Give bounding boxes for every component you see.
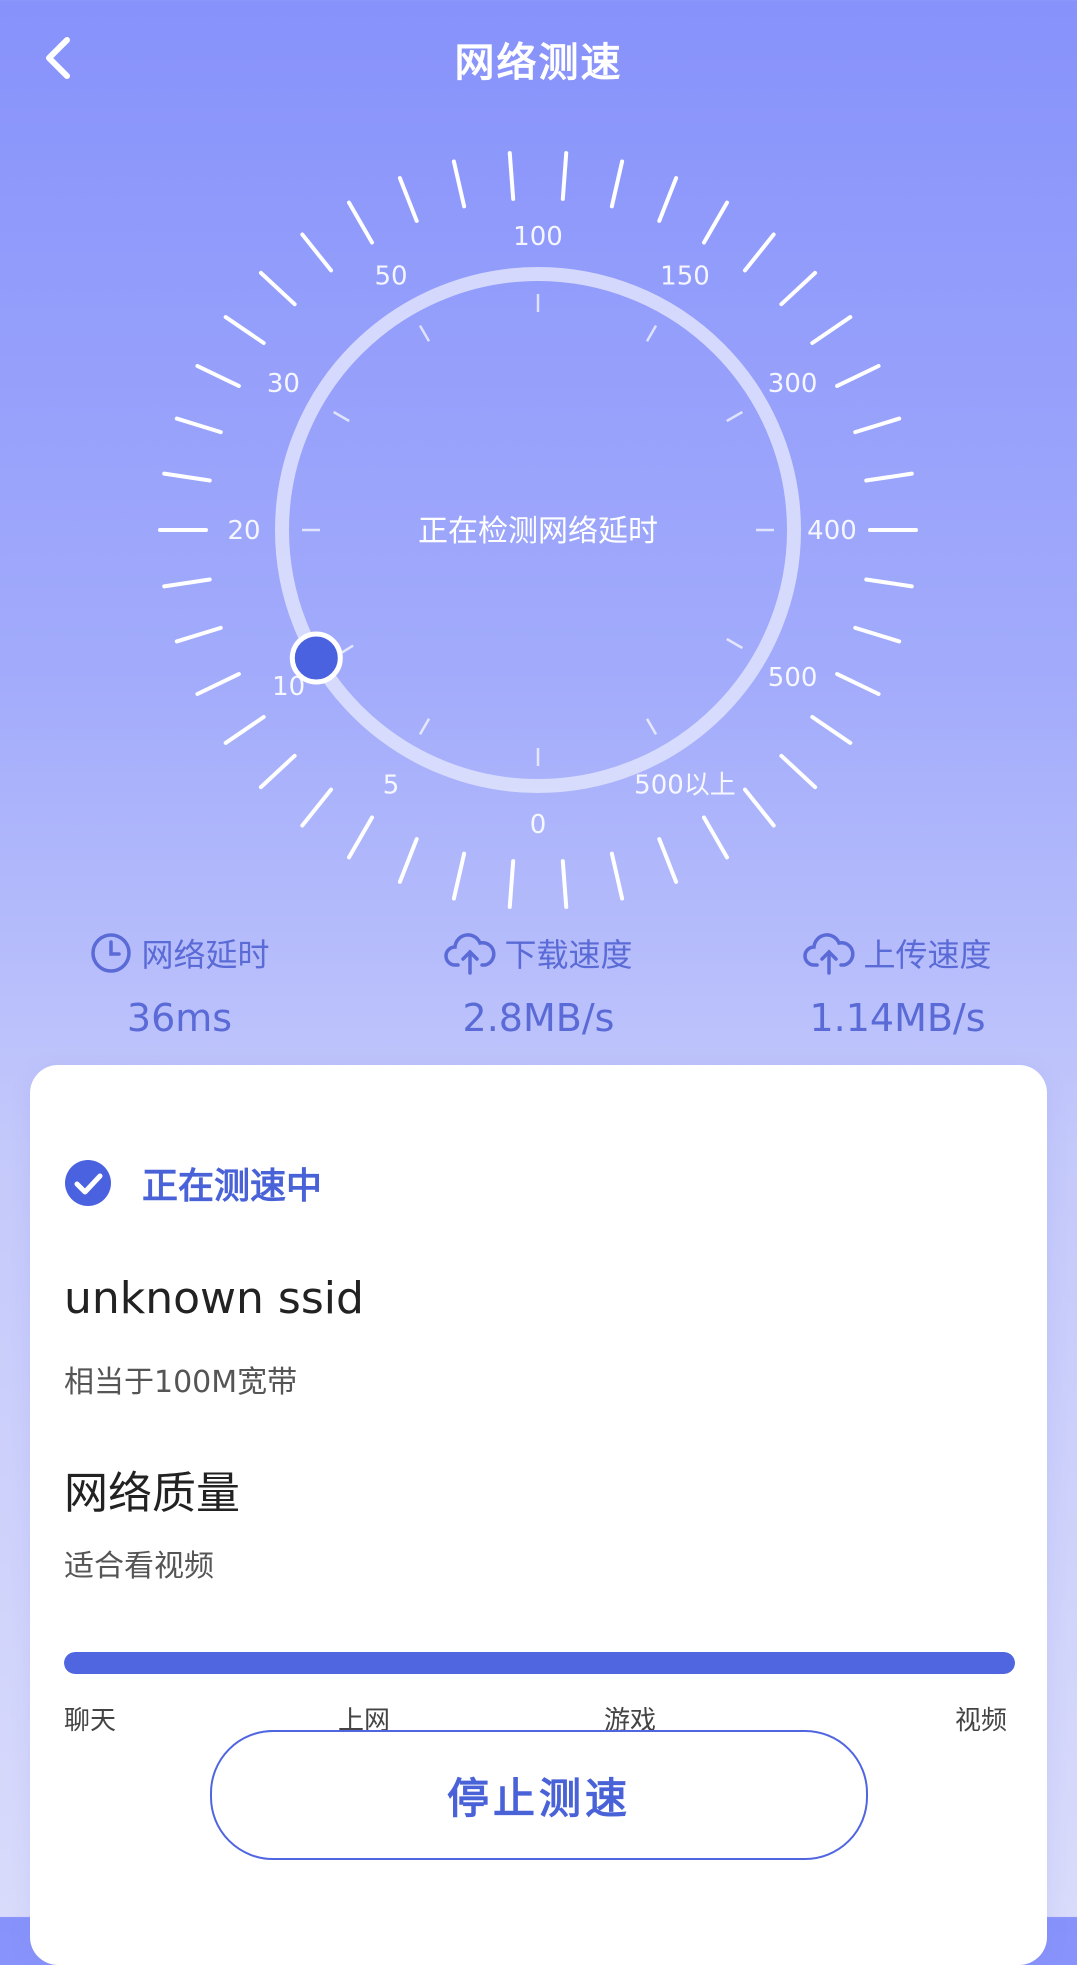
- gauge-outer-tick: [347, 200, 374, 245]
- gauge-center-text: 正在检测网络延时: [418, 514, 658, 549]
- gauge-outer-tick: [657, 837, 679, 884]
- stats-row: 网络延时 36ms 下载速度 2.8MB/s 上传速度 1.14MB/s: [0, 930, 1077, 1050]
- gauge-outer-tick: [657, 176, 679, 223]
- gauge-scale-label: 300: [768, 369, 818, 399]
- gauge-outer-tick: [347, 815, 374, 860]
- gauge-inner-tick: [645, 718, 658, 736]
- gauge-outer-tick: [162, 471, 212, 483]
- gauge-outer-tick: [300, 787, 334, 828]
- quality-desc: 适合看视频: [64, 1549, 214, 1584]
- gauge-outer-tick: [742, 787, 776, 828]
- quality-level-chat: 聊天: [64, 1706, 117, 1736]
- gauge-outer-tick: [742, 232, 776, 273]
- quality-bar-fill: [64, 1652, 1015, 1674]
- gauge-outer-tick: [195, 672, 241, 697]
- gauge-outer-tick: [174, 416, 223, 435]
- gauge-outer-tick: [560, 151, 569, 201]
- check-circle-icon: [65, 1160, 111, 1206]
- gauge-scale-label: 20: [227, 516, 260, 546]
- gauge-scale-label: 5: [383, 771, 400, 801]
- gauge-scale-label: 500: [768, 663, 818, 693]
- top-bar: 网络测速: [0, 0, 1077, 120]
- status-row: 正在测速中: [64, 1157, 322, 1209]
- gauge-outer-tick: [223, 715, 266, 745]
- gauge-inner-tick: [418, 718, 431, 736]
- cloud-upload-icon: [444, 933, 496, 975]
- gauge-scale-label: 30: [267, 369, 300, 399]
- gauge-outer-tick: [864, 471, 914, 483]
- ssid-name: unknown ssid: [64, 1273, 364, 1324]
- clock-icon: [91, 933, 132, 973]
- gauge-outer-tick: [835, 363, 881, 388]
- gauge-outer-tick: [195, 363, 241, 388]
- gauge-outer-tick: [451, 159, 467, 209]
- gauge-outer-tick: [397, 837, 419, 884]
- gauge-scale-label: 500以上: [634, 771, 736, 801]
- gauge-outer-tick: [507, 151, 516, 201]
- gauge-outer-tick: [609, 851, 625, 901]
- gauge-outer-tick: [162, 577, 212, 589]
- gauge-inner-tick: [726, 637, 744, 650]
- gauge-graphic: 0510203050100150300400500500以上正在检测网络延时: [158, 151, 918, 909]
- page-title: 网络测速: [454, 40, 623, 86]
- gauge-outer-tick: [810, 715, 853, 745]
- result-card: 正在测速中 unknown ssid 相当于100M宽带 网络质量 适合看视频 …: [30, 1065, 1047, 1965]
- gauge-scale-label: 150: [660, 261, 710, 291]
- gauge-outer-tick: [702, 200, 729, 245]
- stop-test-button[interactable]: 停止测速: [210, 1730, 868, 1860]
- gauge-outer-tick: [609, 159, 625, 209]
- gauge-inner-tick: [332, 410, 350, 423]
- gauge-outer-tick: [560, 859, 569, 909]
- gauge-outer-tick: [451, 851, 467, 901]
- gauge-inner-tick: [726, 410, 744, 423]
- gauge-outer-tick: [397, 176, 419, 223]
- gauge-outer-tick: [864, 577, 914, 589]
- speed-gauge: 0 5 10 20 30 50 100 150 300 400 500 500以上 正在检测网络延时: [0, 130, 1077, 910]
- gauge-inner-tick: [418, 324, 431, 342]
- gauge-scale-label: 50: [374, 261, 407, 291]
- gauge-outer-tick: [810, 315, 853, 345]
- gauge-outer-tick: [779, 270, 818, 307]
- stat-upload-value: 1.14MB/s: [809, 996, 986, 1040]
- gauge-scale-label: 400: [807, 516, 857, 546]
- stat-download-value: 2.8MB/s: [462, 996, 615, 1040]
- quality-level-video: 视频: [955, 1706, 1008, 1736]
- stat-download: 下载速度 2.8MB/s: [359, 930, 718, 1040]
- gauge-outer-tick: [853, 625, 902, 644]
- gauge-inner-tick: [645, 324, 658, 342]
- gauge-outer-tick: [258, 270, 297, 307]
- gauge-outer-tick: [702, 815, 729, 860]
- gauge-outer-tick: [300, 232, 334, 273]
- quality-title: 网络质量: [64, 1468, 240, 1519]
- bandwidth-desc: 相当于100M宽带: [64, 1365, 298, 1400]
- gauge-knob: [289, 631, 343, 685]
- status-text: 正在测速中: [142, 1166, 323, 1207]
- gauge-outer-tick: [779, 753, 818, 790]
- gauge-outer-tick: [223, 315, 266, 345]
- stat-latency-label: 网络延时: [141, 936, 270, 974]
- gauge-outer-tick: [853, 416, 902, 435]
- stat-download-label: 下载速度: [504, 936, 633, 974]
- gauge-outer-tick: [507, 859, 516, 909]
- gauge-scale-label: 100: [513, 222, 563, 252]
- gauge-scale-label: 0: [530, 810, 547, 840]
- stat-upload: 上传速度 1.14MB/s: [718, 930, 1077, 1040]
- stat-upload-label: 上传速度: [863, 936, 992, 974]
- stat-latency: 网络延时 36ms: [0, 930, 359, 1040]
- cloud-upload-icon: [803, 933, 855, 975]
- gauge-outer-tick: [174, 625, 223, 644]
- stat-latency-value: 36ms: [126, 996, 233, 1040]
- gauge-outer-tick: [258, 753, 297, 790]
- gauge-outer-tick: [835, 672, 881, 697]
- quality-bar: [64, 1652, 1015, 1674]
